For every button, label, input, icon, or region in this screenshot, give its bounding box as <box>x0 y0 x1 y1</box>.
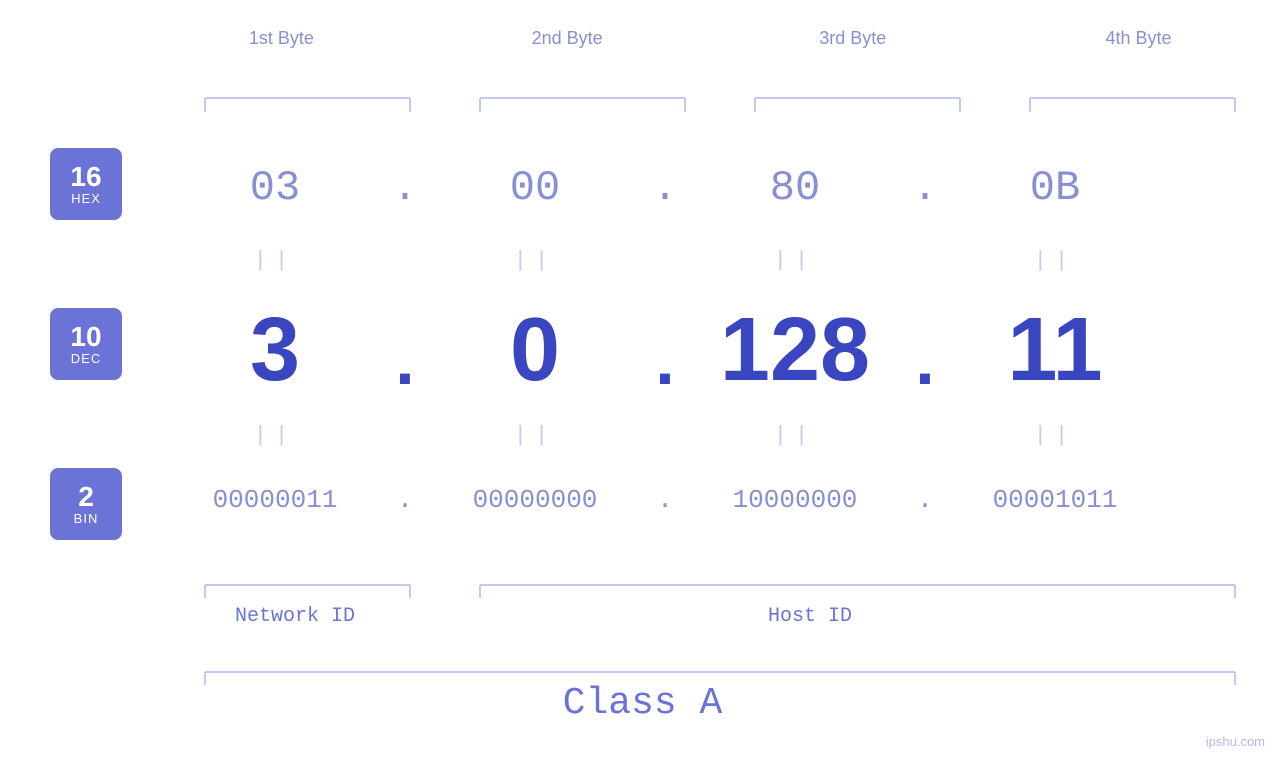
bin-badge-number: 2 <box>78 483 94 511</box>
hex-badge-label: HEX <box>71 191 101 206</box>
hex-dot-3: . <box>905 164 945 212</box>
bin-byte-3: 10000000 <box>685 485 905 515</box>
dec-byte-1: 3 <box>165 299 385 402</box>
bin-dot-3: . <box>905 485 945 515</box>
hex-byte-1: 03 <box>165 164 385 212</box>
eq-2-hex-dec: || <box>425 248 645 273</box>
bin-byte-4: 00001011 <box>945 485 1165 515</box>
dec-dot-1: . <box>385 320 425 400</box>
bin-badge-label: BIN <box>74 511 99 526</box>
class-label: Class A <box>0 682 1285 725</box>
hex-dot-2: . <box>645 164 685 212</box>
dec-badge-number: 10 <box>70 323 101 351</box>
bin-dot-2: . <box>645 485 685 515</box>
network-id-label: Network ID <box>165 605 425 628</box>
bin-byte-2: 00000000 <box>425 485 645 515</box>
dec-byte-2: 0 <box>425 299 645 402</box>
eq-1-dec-bin: || <box>165 423 385 448</box>
byte-3-header: 3rd Byte <box>743 28 963 49</box>
eq-3-hex-dec: || <box>685 248 905 273</box>
eq-2-dec-bin: || <box>425 423 645 448</box>
eq-1-hex-dec: || <box>165 248 385 273</box>
byte-2-header: 2nd Byte <box>457 28 677 49</box>
bin-byte-1: 00000011 <box>165 485 385 515</box>
eq-4-dec-bin: || <box>945 423 1165 448</box>
hex-dot-1: . <box>385 164 425 212</box>
byte-4-header: 4th Byte <box>1028 28 1248 49</box>
dec-byte-4: 11 <box>945 299 1165 402</box>
host-id-label: Host ID <box>425 605 1255 628</box>
bin-dot-1: . <box>385 485 425 515</box>
hex-byte-3: 80 <box>685 164 905 212</box>
dec-dot-3: . <box>905 320 945 400</box>
bin-badge: 2 BIN <box>50 468 122 540</box>
hex-badge: 16 HEX <box>50 148 122 220</box>
eq-3-dec-bin: || <box>685 423 905 448</box>
dec-dot-2: . <box>645 320 685 400</box>
hex-badge-number: 16 <box>70 163 101 191</box>
watermark: ipshu.com <box>1206 734 1265 749</box>
dec-badge-label: DEC <box>71 351 101 366</box>
byte-1-header: 1st Byte <box>171 28 391 49</box>
hex-byte-4: 0B <box>945 164 1165 212</box>
hex-byte-2: 00 <box>425 164 645 212</box>
dec-byte-3: 128 <box>685 299 905 402</box>
eq-4-hex-dec: || <box>945 248 1165 273</box>
dec-badge: 10 DEC <box>50 308 122 380</box>
